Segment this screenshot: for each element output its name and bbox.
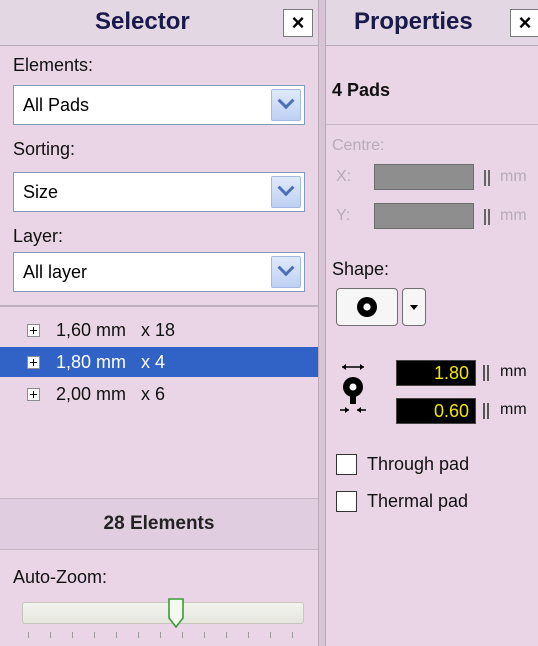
shape-dropdown-button[interactable]	[402, 288, 426, 326]
expand-plus-icon[interactable]	[27, 356, 40, 369]
divider	[326, 124, 538, 125]
tree-item-selected[interactable]: 1,80 mm x 4	[0, 347, 318, 377]
autozoom-slider-track[interactable]	[22, 602, 304, 624]
selector-title: Selector	[95, 8, 190, 35]
centre-x-field	[374, 164, 474, 190]
tree-item[interactable]: 1,60 mm x 18	[0, 315, 318, 345]
slider-ticks	[28, 632, 298, 640]
x-label: X:	[336, 168, 352, 185]
thermal-pad-checkbox[interactable]	[336, 491, 357, 512]
expand-plus-icon[interactable]	[27, 388, 40, 401]
round-pad-icon	[357, 297, 377, 317]
thermal-pad-label[interactable]: Thermal pad	[367, 491, 468, 512]
unit-label: mm	[500, 363, 527, 380]
gripper-icon	[484, 170, 490, 186]
sorting-dropdown[interactable]: Size	[13, 172, 305, 212]
properties-panel: Properties × 4 Pads Centre: X: mm Y: mm …	[326, 0, 538, 646]
centre-label: Centre:	[332, 137, 385, 154]
gripper-icon[interactable]	[483, 403, 489, 419]
layer-value: All layer	[23, 262, 88, 282]
elements-label: Elements:	[13, 55, 94, 75]
pcb-editor-panels: Selector × Elements: All Pads Sorting: S…	[0, 0, 538, 646]
chevron-down-icon[interactable]	[271, 89, 301, 121]
selector-titlebar: Selector ×	[0, 0, 318, 46]
chevron-down-icon	[410, 305, 418, 310]
drill-diameter-value: 0.60	[433, 401, 469, 421]
element-count: 28 Elements	[103, 513, 215, 534]
pad-diameter-value: 1.80	[433, 363, 469, 383]
through-pad-checkbox[interactable]	[336, 454, 357, 475]
autozoom-slider-thumb[interactable]	[168, 598, 184, 628]
selector-close-button[interactable]: ×	[283, 9, 313, 37]
layer-dropdown[interactable]: All layer	[13, 252, 305, 292]
autozoom-label: Auto-Zoom:	[13, 567, 108, 587]
properties-close-button[interactable]: ×	[510, 9, 538, 37]
shape-label: Shape:	[332, 259, 390, 279]
pad-diameter-input[interactable]: 1.80	[396, 360, 476, 386]
y-label: Y:	[336, 207, 351, 224]
layer-label: Layer:	[13, 226, 64, 246]
properties-title: Properties	[354, 8, 473, 35]
expand-plus-icon[interactable]	[27, 324, 40, 337]
tree-item-label: 1,80 mm x 4	[56, 352, 166, 372]
elements-value: All Pads	[23, 95, 90, 115]
divider	[0, 305, 318, 307]
selected-count: 4 Pads	[332, 80, 391, 100]
unit-label: mm	[500, 168, 527, 185]
tree-item[interactable]: 2,00 mm x 6	[0, 379, 318, 409]
drill-diameter-input[interactable]: 0.60	[396, 398, 476, 424]
gripper-icon[interactable]	[483, 365, 489, 381]
tree-item-label: 2,00 mm x 6	[56, 384, 166, 404]
panel-splitter[interactable]	[318, 0, 326, 646]
chevron-down-icon[interactable]	[271, 256, 301, 288]
sorting-value: Size	[23, 182, 59, 202]
chevron-down-icon[interactable]	[271, 176, 301, 208]
pad-dimension-icon	[340, 364, 366, 413]
tree-item-label: 1,60 mm x 18	[56, 320, 176, 340]
element-count-bar: 28 Elements	[0, 498, 318, 550]
centre-y-field	[374, 203, 474, 229]
unit-label: mm	[500, 207, 527, 224]
properties-titlebar: Properties ×	[326, 0, 538, 46]
pad-shape-button[interactable]	[336, 288, 398, 326]
unit-label: mm	[500, 401, 527, 418]
through-pad-label[interactable]: Through pad	[367, 454, 469, 475]
sorting-label: Sorting:	[13, 139, 76, 159]
elements-dropdown[interactable]: All Pads	[13, 85, 305, 125]
selector-panel: Selector × Elements: All Pads Sorting: S…	[0, 0, 318, 646]
gripper-icon	[484, 209, 490, 225]
